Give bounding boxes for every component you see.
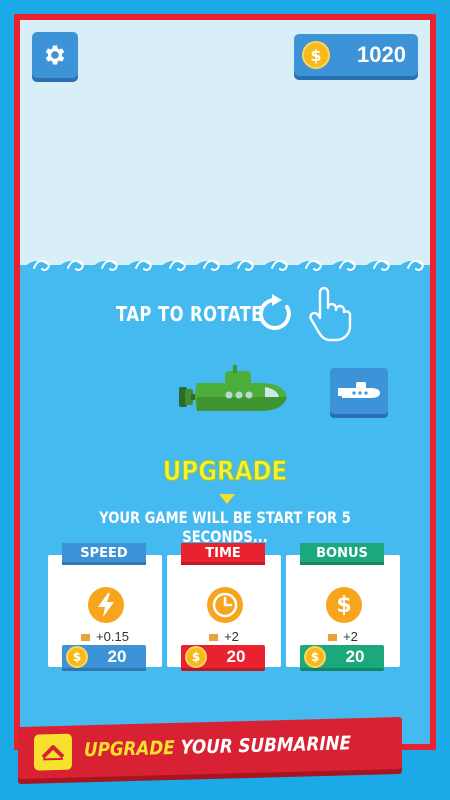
lightning-icon [88,587,124,623]
buy-time-button[interactable]: $ 20 [181,645,265,671]
coin-icon: $ [66,645,88,668]
clock-icon [207,587,243,623]
rotate-icon [258,294,291,330]
submarine-icon [338,382,380,398]
tag-icon [328,634,338,642]
card-bonus: +2 [286,629,400,644]
price-value: 20 [226,646,246,666]
chevron-up-icon [34,733,72,771]
coin-icon: $ [304,645,326,668]
card-bonus: +0.15 [48,629,162,644]
down-arrow-icon [219,494,235,504]
buy-speed-button[interactable]: $ 20 [62,645,146,671]
upgrade-title: UPGRADE [162,456,288,488]
upgrade-card-speed[interactable]: SPEED +0.15 $ 20 [48,543,162,671]
settings-button[interactable] [32,32,78,78]
banner-text: UPGRADE YOUR SUBMARINE [84,732,351,761]
tap-hand-icon [309,286,352,342]
waves [20,259,430,292]
coin-count: 1020 [357,42,406,67]
wave-body [20,261,430,292]
card-label: BONUS [300,543,384,565]
change-submarine-button[interactable] [330,368,388,414]
submarine[interactable] [175,365,287,421]
price-value: 20 [107,646,127,666]
banner-rest: YOUR SUBMARINE [180,732,351,759]
card-label: SPEED [62,543,146,565]
coin-balance: $ 1020 [294,34,418,76]
tap-to-rotate-label: TAP TO ROTATE [116,302,263,326]
card-label: TIME [181,543,265,565]
dollar-coin-icon: $ [326,587,362,623]
upgrade-card-time[interactable]: TIME +2 $ 20 [167,543,281,671]
buy-bonus-button[interactable]: $ 20 [300,645,384,671]
coin-icon: $ [185,645,207,668]
coin-icon: $ [302,41,330,69]
tag-icon [209,634,219,642]
upgrade-submarine-banner[interactable]: UPGRADE YOUR SUBMARINE [18,716,402,780]
card-bonus: +2 [167,629,281,644]
upgrade-card-bonus[interactable]: BONUS $ +2 $ 20 [286,543,400,671]
game-frame: $ 1020 TAP TO ROTATE UPGRADE YOUR GAME W… [14,14,436,750]
gear-icon [45,45,65,65]
price-value: 20 [345,646,365,666]
tag-icon [81,634,91,642]
start-countdown-text: YOUR GAME WILL BE START FOR 5 SECONDS... [99,508,351,546]
banner-highlight: UPGRADE [84,736,175,762]
